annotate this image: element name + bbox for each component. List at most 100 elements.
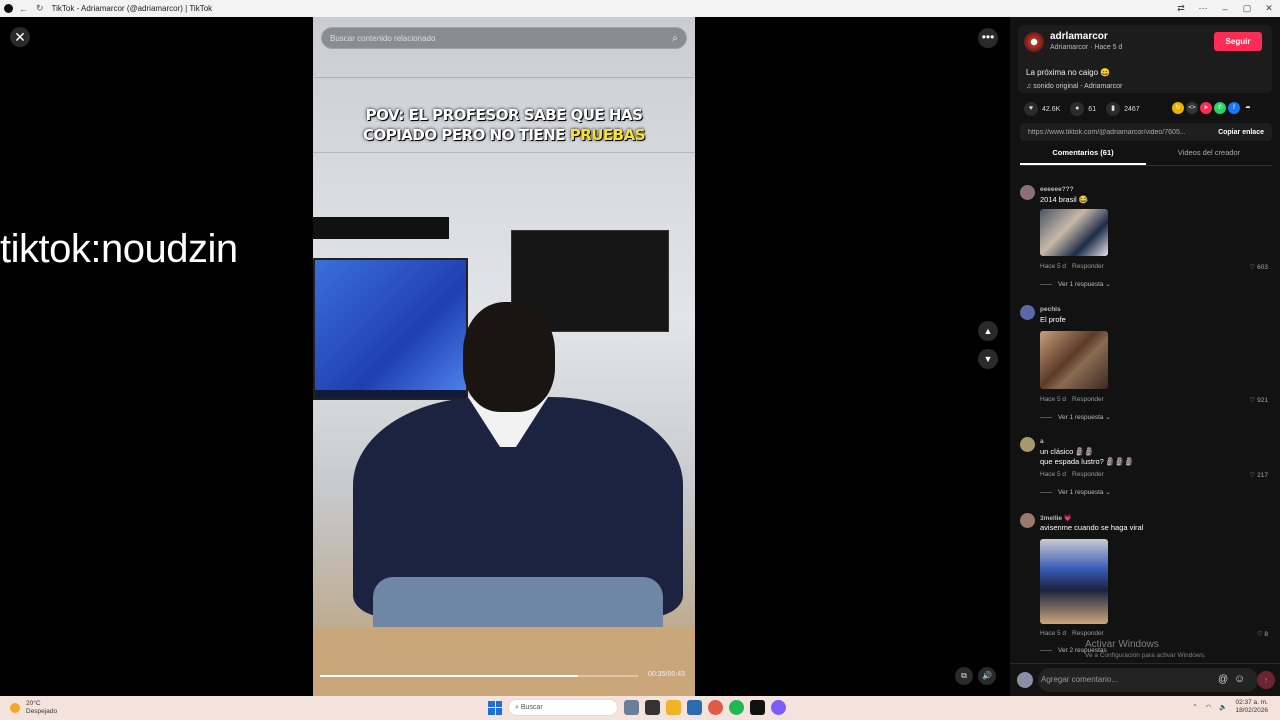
author-username[interactable]: adrlamarcor [1050,31,1108,42]
caption-highlight: PRUEBAS [569,126,646,144]
whatsapp-icon[interactable]: ✆ [1214,102,1226,114]
video-caption: POV: EL PROFESOR SABE QUE HAS COPIADO PE… [313,105,695,145]
search-icon[interactable]: ⌕ [664,33,686,44]
mention-icon[interactable]: @ [1218,674,1228,685]
close-window-icon[interactable]: ✕ [1258,3,1280,14]
messenger-icon[interactable] [771,700,786,715]
activation-subtitle: Ve a Configuración para activar Windows. [1085,652,1206,659]
sound-link[interactable]: ♫ sonido original - Adriamarcor [1026,83,1122,90]
comment-like[interactable]: ♡ 8 [1257,630,1268,638]
spotify-icon[interactable] [729,700,744,715]
reply-button[interactable]: Responder [1072,396,1104,403]
comment-username[interactable]: a [1040,438,1044,445]
taskbar-search[interactable]: ⌕ Buscar [508,699,618,716]
comment-like[interactable]: ♡ 603 [1250,263,1269,271]
reload-icon[interactable]: ↻ [36,3,44,14]
comment-text: avisenme cuando se haga viral [1040,523,1144,532]
volume-icon[interactable]: 🔈 [1219,703,1227,711]
emoji-icon[interactable]: ☺ [1234,673,1245,685]
next-video-button[interactable]: ▼ [978,349,998,369]
reply-button[interactable]: Responder [1072,471,1104,478]
back-icon[interactable]: ← [19,4,28,14]
minimize-icon[interactable]: – [1214,4,1236,14]
author-card: adrlamarcor Adriamarcor · Hace 5 d Segui… [1018,25,1272,93]
follow-button[interactable]: Seguir [1214,32,1262,51]
send-comment-button[interactable]: ↑ [1257,671,1275,689]
video-description: La próxima no caigo 😄 [1026,68,1111,77]
video-progress-bar[interactable] [320,675,638,677]
comment-meta: Hace 5 d Responder [1040,263,1110,270]
comment-image[interactable] [1040,209,1108,256]
share-icons: ↻ <> ➤ ✆ f ➦ [1172,102,1254,114]
clock-date: 18/02/2026 [1235,707,1268,714]
comment-image[interactable] [1040,539,1108,624]
weather-condition: Despejado [26,708,58,715]
comment-username[interactable]: pechis [1040,306,1061,313]
projector [313,217,449,239]
tab-creator-videos[interactable]: Videos del creador [1146,148,1272,165]
facebook-icon[interactable]: f [1228,102,1240,114]
share-arrow-icon[interactable]: ➦ [1242,102,1254,114]
like-stat[interactable]: ♥ 42.6K [1024,102,1060,116]
taskbar-apps: ⌕ Buscar [488,699,786,716]
comment-time: Hace 5 d [1040,396,1067,403]
comment-like[interactable]: ♡ 921 [1250,396,1269,404]
chevron-up-icon[interactable]: ⌃ [1192,703,1197,711]
reply-button[interactable]: Responder [1072,263,1104,270]
clock-time: 02:37 a. m. [1235,699,1268,706]
comment-avatar[interactable] [1020,513,1035,528]
view-replies-button[interactable]: Ver 1 respuesta ⌄ [1040,280,1111,288]
view-replies-button[interactable]: Ver 1 respuesta ⌄ [1040,413,1111,421]
reply-button[interactable]: Responder [1072,630,1104,637]
previous-video-button[interactable]: ▲ [978,321,998,341]
comment-stat[interactable]: ● 61 [1070,102,1096,116]
window-title: TikTok - Adriamarcor (@adriamarcor) | Ti… [51,4,213,13]
author-subtitle: Adriamarcor · Hace 5 d [1050,44,1123,51]
close-video-button[interactable]: ✕ [10,27,30,47]
more-options-button[interactable]: ••• [978,28,998,48]
comment-username[interactable]: eeeeee??? [1040,186,1074,193]
widgets-icon[interactable] [624,700,639,715]
start-icon[interactable] [488,700,502,715]
comment-image[interactable] [1040,331,1108,389]
send-icon[interactable]: ➤ [1200,102,1212,114]
classroom-screen [313,258,468,400]
like-count: 42.6K [1042,105,1061,113]
save-stat[interactable]: ▮ 2467 [1106,102,1140,116]
comment-avatar[interactable] [1020,437,1035,452]
windows-activation-watermark: Activar Windows Ve a Configuración para … [1085,639,1206,659]
weather-icon [10,703,20,713]
tiktok-app-icon[interactable] [750,700,765,715]
opera-icon[interactable] [708,700,723,715]
tab-comments[interactable]: Comentarios (61) [1020,148,1146,165]
comment-text: El profe [1040,315,1066,324]
wifi-icon[interactable]: ◠ [1206,703,1212,711]
maximize-icon[interactable]: ▢ [1236,3,1258,14]
ceiling-line [313,77,695,78]
weather-widget[interactable]: 20°C Despejado [10,700,57,716]
comment-avatar[interactable] [1020,305,1035,320]
view-replies-button[interactable]: Ver 1 respuesta ⌄ [1040,488,1111,496]
comment-meta: Hace 5 d Responder [1040,396,1110,403]
author-avatar[interactable] [1024,32,1044,52]
video-player[interactable]: POV: EL PROFESOR SABE QUE HAS COPIADO PE… [313,17,695,696]
comment-icon: ● [1070,102,1085,116]
embed-icon[interactable]: <> [1186,102,1198,114]
floating-player-button[interactable]: ⧉ [955,667,973,685]
file-explorer-icon[interactable] [666,700,681,715]
taskbar-search-label: Buscar [520,704,543,711]
volume-button[interactable]: 🔊 [978,667,996,685]
comment-like[interactable]: ♡ 217 [1250,471,1269,479]
store-icon[interactable] [687,700,702,715]
copy-link-button[interactable]: Copiar enlace [1210,129,1272,136]
temperature: 20°C [26,700,41,707]
related-search-input[interactable]: Buscar contenido relacionado ⌕ [321,27,687,49]
task-view-icon[interactable] [645,700,660,715]
menu-icon[interactable]: ⋯ [1192,3,1214,14]
repost-icon[interactable]: ↻ [1172,102,1184,114]
translate-icon[interactable]: ⇄ [1170,3,1192,14]
clock[interactable]: 02:37 a. m. 18/02/2026 [1235,699,1268,715]
ceiling-line [313,152,695,153]
comment-avatar[interactable] [1020,185,1035,200]
comment-username[interactable]: 3mellie 💗 [1040,514,1072,522]
